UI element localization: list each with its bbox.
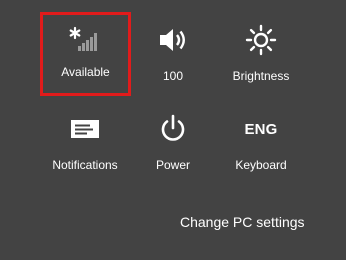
- wifi-signal-icon: [43, 20, 128, 60]
- volume-label: 100: [162, 69, 184, 83]
- network-label: Available: [61, 65, 110, 79]
- notifications-tile[interactable]: Notifications: [41, 101, 129, 179]
- notifications-icon: [41, 109, 129, 149]
- speaker-icon: [129, 20, 217, 60]
- keyboard-language-code: ENG: [244, 120, 278, 138]
- change-pc-settings-link[interactable]: Change PC settings: [180, 214, 305, 230]
- volume-tile[interactable]: 100: [129, 12, 217, 90]
- power-tile[interactable]: Power: [129, 101, 217, 179]
- brightness-tile[interactable]: Brightness: [217, 12, 305, 90]
- brightness-label: Brightness: [232, 69, 290, 83]
- keyboard-tile[interactable]: ENG Keyboard: [217, 101, 305, 179]
- notifications-label: Notifications: [52, 158, 118, 172]
- network-tile[interactable]: Available: [40, 12, 131, 96]
- sun-icon: [217, 20, 305, 60]
- keyboard-language-indicator: ENG: [217, 109, 305, 149]
- power-icon: [129, 109, 217, 149]
- keyboard-label: Keyboard: [235, 158, 287, 172]
- power-label: Power: [155, 158, 190, 172]
